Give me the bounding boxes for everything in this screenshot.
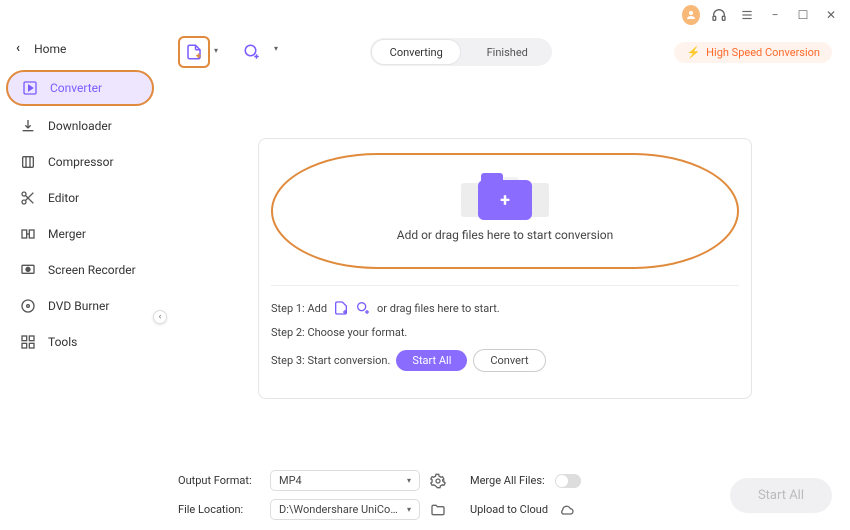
compressor-icon (20, 154, 36, 170)
dropzone-card: + Add or drag files here to start conver… (258, 138, 752, 399)
merger-icon (20, 226, 36, 242)
converter-icon (22, 80, 38, 96)
avatar[interactable] (682, 6, 700, 24)
bolt-icon: ⚡ (686, 46, 700, 59)
file-location-select[interactable]: D:\Wondershare UniConverter 1 ▾ (270, 499, 420, 520)
sidebar-label: DVD Burner (48, 299, 109, 313)
dropzone-label: Add or drag files here to start conversi… (397, 228, 613, 242)
sidebar-label: Screen Recorder (48, 263, 136, 277)
headset-icon[interactable] (710, 6, 728, 24)
status-tabs: Converting Finished (370, 38, 552, 66)
sidebar-label: Converter (50, 81, 102, 95)
home-button[interactable]: ‹ Home (0, 35, 160, 62)
title-bar: − ☐ ✕ (0, 0, 850, 30)
upload-cloud-label: Upload to Cloud (470, 503, 548, 516)
dropzone[interactable]: + Add or drag files here to start conver… (271, 153, 739, 269)
sidebar-item-tools[interactable]: Tools (6, 326, 154, 358)
scissors-icon (20, 190, 36, 206)
high-speed-badge[interactable]: ⚡ High Speed Conversion (674, 42, 832, 63)
minimize-button[interactable]: − (766, 6, 784, 24)
home-label: Home (34, 42, 66, 56)
folder-plus-icon: + (478, 180, 532, 220)
steps-panel: Step 1: Add or drag files here to start.… (271, 285, 739, 372)
cloud-icon[interactable] (558, 502, 576, 518)
toolbar: ▾ ▾ Converting Finished ⚡ High Speed Con… (178, 36, 832, 68)
sidebar-label: Tools (48, 335, 77, 349)
chevron-down-icon: ▾ (407, 505, 411, 514)
start-all-footer-button[interactable]: Start All (730, 478, 832, 513)
sidebar: ‹ Home Converter Downloader Compressor E… (0, 30, 160, 530)
sidebar-item-downloader[interactable]: Downloader (6, 110, 154, 142)
output-format-label: Output Format: (178, 474, 260, 487)
step-1: Step 1: Add or drag files here to start. (271, 300, 739, 316)
disc-icon (20, 298, 36, 314)
add-url-mini-icon (355, 300, 371, 316)
step-3: Step 3: Start conversion. Start All Conv… (271, 349, 739, 372)
merge-label: Merge All Files: (470, 474, 545, 487)
chevron-down-icon: ▾ (214, 46, 218, 55)
tab-finished[interactable]: Finished (462, 38, 552, 66)
menu-icon[interactable] (738, 6, 756, 24)
chevron-down-icon: ▾ (407, 476, 411, 485)
folder-icon[interactable] (430, 502, 446, 518)
step-2: Step 2: Choose your format. (271, 326, 739, 339)
sidebar-label: Merger (48, 227, 86, 241)
settings-icon[interactable] (430, 473, 446, 489)
sidebar-item-screen-recorder[interactable]: Screen Recorder (6, 254, 154, 286)
chevron-down-icon: ▾ (274, 44, 278, 53)
footer-bar: Output Format: MP4 ▾ Merge All Files: Fi… (178, 462, 832, 520)
grid-icon (20, 334, 36, 350)
sidebar-label: Downloader (48, 119, 112, 133)
sidebar-label: Compressor (48, 155, 114, 169)
sidebar-collapse-handle[interactable]: ‹ (153, 310, 167, 324)
tab-converting[interactable]: Converting (371, 39, 461, 65)
add-file-button[interactable]: ▾ (178, 36, 210, 68)
add-file-mini-icon (333, 300, 349, 316)
recorder-icon (20, 262, 36, 278)
sidebar-label: Editor (48, 191, 79, 205)
sidebar-item-dvd-burner[interactable]: DVD Burner (6, 290, 154, 322)
content-area: ▾ ▾ Converting Finished ⚡ High Speed Con… (160, 30, 850, 530)
file-location-label: File Location: (178, 503, 260, 516)
merge-toggle[interactable] (555, 474, 581, 488)
download-icon (20, 118, 36, 134)
close-button[interactable]: ✕ (822, 6, 840, 24)
sidebar-item-editor[interactable]: Editor (6, 182, 154, 214)
chevron-left-icon: ‹ (16, 41, 20, 56)
badge-label: High Speed Conversion (706, 46, 820, 59)
convert-button[interactable]: Convert (473, 349, 545, 372)
sidebar-item-converter[interactable]: Converter (6, 70, 154, 106)
sidebar-item-compressor[interactable]: Compressor (6, 146, 154, 178)
start-all-button[interactable]: Start All (396, 350, 467, 371)
output-format-select[interactable]: MP4 ▾ (270, 470, 420, 491)
add-url-button[interactable]: ▾ (236, 36, 268, 68)
maximize-button[interactable]: ☐ (794, 6, 812, 24)
sidebar-item-merger[interactable]: Merger (6, 218, 154, 250)
